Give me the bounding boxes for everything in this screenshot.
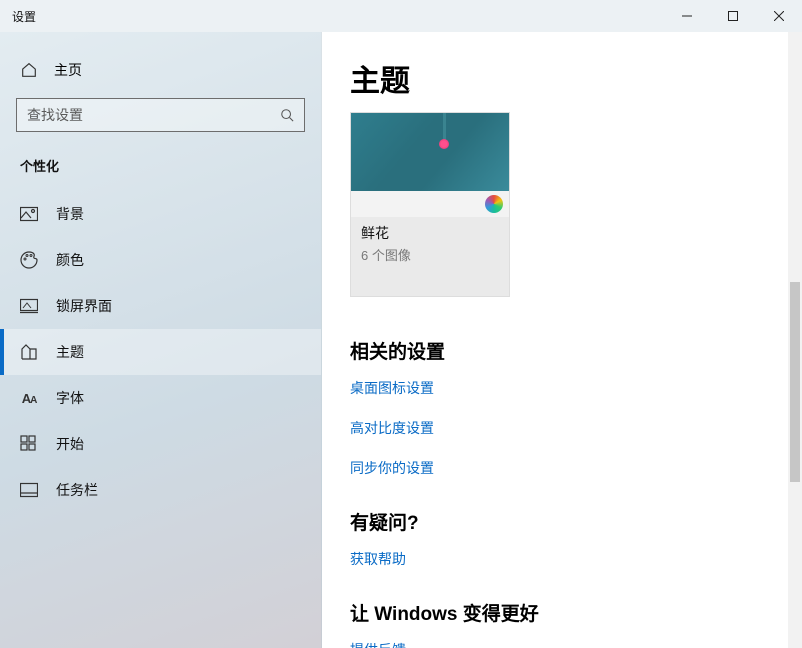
page-heading: 主题 [350, 56, 774, 100]
improve-heading: 让 Windows 变得更好 [350, 599, 774, 626]
body: 主页 个性化 背景 颜色 [0, 32, 802, 648]
sidebar: 主页 个性化 背景 颜色 [0, 32, 322, 648]
nav: 背景 颜色 锁屏界面 主题 AA [0, 191, 321, 513]
help-group: 有疑问? 获取帮助 [350, 508, 774, 569]
scrollbar-thumb[interactable] [790, 282, 800, 482]
search-wrap [16, 98, 305, 132]
sidebar-item-background[interactable]: 背景 [0, 191, 321, 237]
theme-badge-row [351, 191, 509, 217]
search-input[interactable] [17, 107, 270, 123]
nav-label: 开始 [56, 434, 84, 454]
themes-icon [20, 343, 38, 361]
link-high-contrast-settings[interactable]: 高对比度设置 [350, 418, 774, 438]
close-button[interactable] [756, 0, 802, 32]
link-desktop-icon-settings[interactable]: 桌面图标设置 [350, 378, 774, 398]
section-label: 个性化 [0, 156, 321, 191]
nav-label: 锁屏界面 [56, 296, 112, 316]
link-sync-settings[interactable]: 同步你的设置 [350, 458, 774, 478]
nav-label: 任务栏 [56, 480, 98, 500]
maximize-button[interactable] [710, 0, 756, 32]
titlebar: 设置 [0, 0, 802, 32]
sidebar-item-color[interactable]: 颜色 [0, 237, 321, 283]
lockscreen-icon [20, 297, 38, 315]
nav-label: 颜色 [56, 250, 84, 270]
home-icon [20, 61, 38, 79]
theme-thumbnail [351, 113, 509, 191]
color-wheel-icon [485, 195, 503, 213]
palette-icon [20, 251, 38, 269]
improve-group: 让 Windows 变得更好 提供反馈 [350, 599, 774, 648]
fonts-icon: AA [20, 389, 38, 407]
minimize-button[interactable] [664, 0, 710, 32]
window-controls [664, 0, 802, 32]
nav-label: 字体 [56, 388, 84, 408]
link-feedback[interactable]: 提供反馈 [350, 640, 774, 648]
theme-image-count: 6 个图像 [361, 245, 499, 264]
link-get-help[interactable]: 获取帮助 [350, 549, 774, 569]
vertical-scrollbar[interactable] [788, 32, 802, 648]
theme-card[interactable]: 鲜花 6 个图像 [350, 112, 510, 297]
content: 主题 鲜花 6 个图像 相关的设置 桌面图标设置 高对比度设置 同步你的设置 有… [322, 32, 802, 648]
sidebar-item-themes[interactable]: 主题 [0, 329, 321, 375]
start-icon [20, 435, 38, 453]
theme-meta: 鲜花 6 个图像 [351, 217, 509, 296]
help-heading: 有疑问? [350, 508, 774, 535]
home-link[interactable]: 主页 [0, 52, 321, 98]
taskbar-icon [20, 481, 38, 499]
home-label: 主页 [54, 60, 82, 80]
theme-name: 鲜花 [361, 223, 499, 243]
nav-label: 主题 [56, 342, 84, 362]
related-heading: 相关的设置 [350, 337, 774, 364]
search-box[interactable] [16, 98, 305, 132]
search-icon [270, 108, 304, 122]
related-settings-group: 相关的设置 桌面图标设置 高对比度设置 同步你的设置 [350, 337, 774, 478]
nav-label: 背景 [56, 204, 84, 224]
picture-icon [20, 205, 38, 223]
window-title: 设置 [0, 8, 36, 25]
sidebar-item-lockscreen[interactable]: 锁屏界面 [0, 283, 321, 329]
sidebar-item-taskbar[interactable]: 任务栏 [0, 467, 321, 513]
sidebar-item-fonts[interactable]: AA 字体 [0, 375, 321, 421]
sidebar-item-start[interactable]: 开始 [0, 421, 321, 467]
